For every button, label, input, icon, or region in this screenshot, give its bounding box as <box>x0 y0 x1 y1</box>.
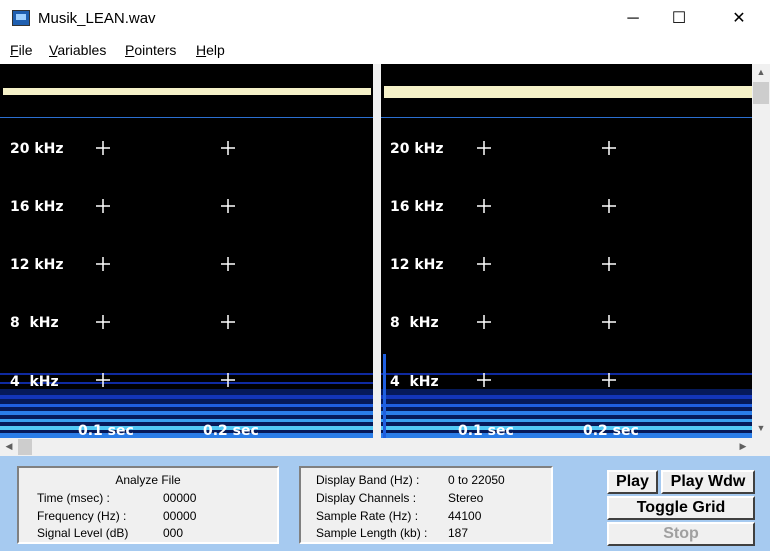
vertical-scroll-thumb[interactable] <box>753 82 769 104</box>
display-band-value: 0 to 22050 <box>448 473 505 487</box>
analyze-file-title: Analyze File <box>115 473 181 487</box>
time-label-0-1: 0.1 sec <box>458 423 514 438</box>
sample-rate-value: 44100 <box>448 509 482 523</box>
control-panel: Analyze File Time (msec) : 00000 Frequen… <box>0 456 770 551</box>
spectral-band <box>381 404 752 407</box>
scroll-left-icon[interactable]: ◀ <box>1 441 17 452</box>
close-button[interactable]: ✕ <box>716 0 762 38</box>
spectrogram-area: 20 kHz 16 kHz 12 kHz 8 kHz 4 kHz 0.1 sec… <box>0 64 770 438</box>
display-channels-value: Stereo <box>448 491 484 505</box>
menu-file[interactable]: File <box>10 42 33 58</box>
menu-pointers[interactable]: Pointers <box>125 42 176 58</box>
grid-markers <box>96 141 235 387</box>
freq-label-16khz: 16 kHz <box>10 199 64 215</box>
waveform-band <box>384 86 752 98</box>
display-channels-label: Display Channels : <box>316 491 417 505</box>
left-channel-spectrogram: 20 kHz 16 kHz 12 kHz 8 kHz 4 kHz 0.1 sec… <box>0 88 373 438</box>
spectral-band <box>381 411 752 415</box>
spectral-band <box>381 426 752 430</box>
time-value: 00000 <box>163 491 197 505</box>
spectral-transient <box>383 354 386 438</box>
title-bar: Musik_LEAN.wav ─ ☐ ✕ <box>0 0 770 38</box>
freq-label-8khz: 8 kHz <box>390 315 439 331</box>
scroll-up-icon[interactable]: ▲ <box>753 67 769 77</box>
sample-rate-label: Sample Rate (Hz) : <box>316 509 419 523</box>
freq-label-20khz: 20 kHz <box>390 141 444 157</box>
display-band-label: Display Band (Hz) : <box>316 473 420 487</box>
menu-bar: File Variables Pointers Help <box>0 38 770 64</box>
signal-level-label: Signal Level (dB) <box>37 526 129 540</box>
play-window-button[interactable]: Play Wdw <box>661 470 755 494</box>
left-channel-panel[interactable]: 20 kHz 16 kHz 12 kHz 8 kHz 4 kHz 0.1 sec… <box>0 64 373 438</box>
freq-label-20khz: 20 kHz <box>10 141 64 157</box>
freq-label-4khz: 4 kHz <box>390 374 439 390</box>
app-icon <box>12 10 30 26</box>
maximize-button[interactable]: ☐ <box>656 0 702 38</box>
minimize-button[interactable]: ─ <box>610 0 656 38</box>
right-channel-spectrogram: 20 kHz 16 kHz 12 kHz 8 kHz 4 kHz 0.1 sec… <box>381 86 752 438</box>
display-info-box: Display Band (Hz) : 0 to 22050 Display C… <box>299 466 553 544</box>
signal-level-value: 000 <box>163 526 184 540</box>
freq-label-12khz: 12 kHz <box>10 257 64 273</box>
spectral-band <box>0 395 373 399</box>
spectral-band <box>0 404 373 407</box>
menu-help[interactable]: Help <box>196 42 225 58</box>
freq-label-4khz: 4 kHz <box>10 374 59 390</box>
spectral-band <box>381 395 752 399</box>
toggle-grid-button[interactable]: Toggle Grid <box>607 496 755 520</box>
spectral-band <box>0 426 373 430</box>
time-label: Time (msec) : <box>37 491 110 505</box>
play-button[interactable]: Play <box>607 470 658 494</box>
sample-length-label: Sample Length (kb) : <box>316 526 428 540</box>
freq-label-12khz: 12 kHz <box>390 257 444 273</box>
waveform-band <box>3 88 371 95</box>
analyze-file-box: Analyze File Time (msec) : 00000 Frequen… <box>17 466 279 544</box>
right-channel-panel[interactable]: 20 kHz 16 kHz 12 kHz 8 kHz 4 kHz 0.1 sec… <box>381 64 752 438</box>
scroll-down-icon[interactable]: ▼ <box>753 423 769 433</box>
time-label-0-2: 0.2 sec <box>583 423 639 438</box>
freq-label-16khz: 16 kHz <box>390 199 444 215</box>
time-label-0-1: 0.1 sec <box>78 423 134 438</box>
sample-length-value: 187 <box>448 526 469 540</box>
horizontal-scroll-thumb[interactable] <box>18 439 32 455</box>
horizontal-scrollbar[interactable]: ◀ ▶ <box>0 438 770 456</box>
frequency-label: Frequency (Hz) : <box>37 509 127 523</box>
window-title: Musik_LEAN.wav <box>38 10 156 27</box>
spectral-band <box>0 411 373 415</box>
grid-markers <box>477 141 616 387</box>
time-label-0-2: 0.2 sec <box>203 423 259 438</box>
scroll-right-icon[interactable]: ▶ <box>735 441 751 452</box>
frequency-value: 00000 <box>163 509 197 523</box>
spectral-band <box>0 419 373 422</box>
freq-label-8khz: 8 kHz <box>10 315 59 331</box>
vertical-scrollbar[interactable]: ▲ ▼ <box>752 64 770 438</box>
menu-variables[interactable]: Variables <box>49 42 106 58</box>
spectral-band <box>381 419 752 422</box>
stop-button[interactable]: Stop <box>607 522 755 546</box>
